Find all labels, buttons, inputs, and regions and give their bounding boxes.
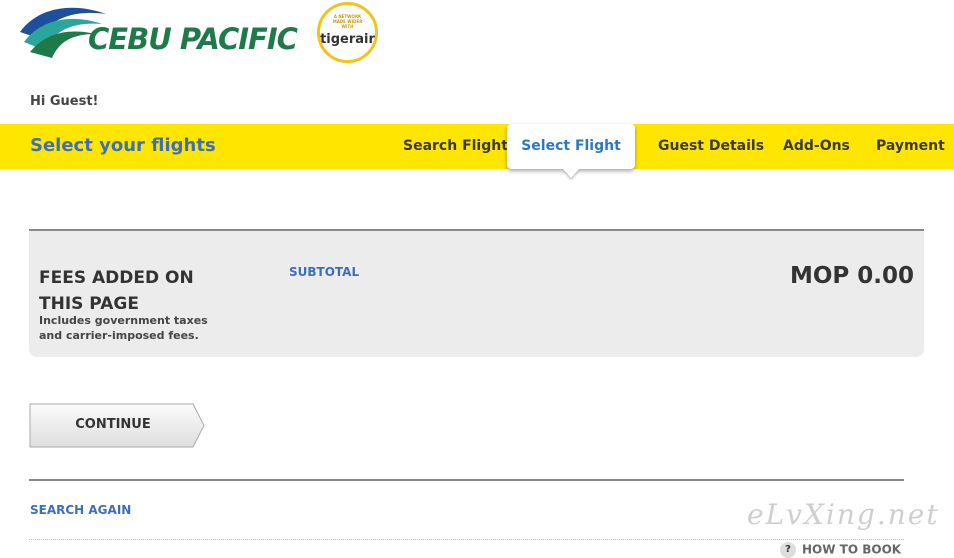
page-title: Select your flights xyxy=(30,135,216,156)
watermark: eLvXing.net xyxy=(747,498,940,531)
step-select-flight[interactable]: Select Flight xyxy=(507,124,635,169)
tigerair-name: tigerair xyxy=(320,32,375,47)
booking-steps-bar: Select your flights Search Flight Select… xyxy=(0,124,954,169)
user-greeting: Hi Guest! xyxy=(30,94,99,109)
dotted-divider xyxy=(29,539,904,540)
subtotal-label: SUBTOTAL xyxy=(289,265,360,279)
fees-note: Includes government taxes and carrier-im… xyxy=(39,314,208,342)
step-add-ons[interactable]: Add-Ons xyxy=(783,138,850,154)
step-guest-details[interactable]: Guest Details xyxy=(658,138,764,154)
brand-name: CEBU PACIFIC xyxy=(88,22,298,56)
fees-summary-panel: FEES ADDED ON THIS PAGE Includes governm… xyxy=(29,229,924,357)
fees-title: FEES ADDED ON THIS PAGE xyxy=(39,268,194,314)
tigerair-badge: A NETWORK MADE WIDER WITH tigerair xyxy=(317,2,378,63)
how-to-book-link[interactable]: ? HOW TO BOOK xyxy=(780,542,901,558)
section-divider xyxy=(29,479,904,481)
help-icon: ? xyxy=(780,542,796,558)
how-to-book-label: HOW TO BOOK xyxy=(802,542,902,557)
continue-button[interactable]: CONTINUE xyxy=(29,403,205,448)
step-search-flight[interactable]: Search Flight xyxy=(403,138,508,154)
total-amount: MOP 0.00 xyxy=(789,263,914,289)
step-payment[interactable]: Payment xyxy=(876,138,945,154)
tigerair-tagline: A NETWORK MADE WIDER WITH xyxy=(332,14,363,29)
search-again-link[interactable]: SEARCH AGAIN xyxy=(30,503,131,517)
continue-button-label: CONTINUE xyxy=(75,417,151,432)
site-logo[interactable]: CEBU PACIFIC A NETWORK MADE WIDER WITH t… xyxy=(18,2,418,64)
active-step-pointer xyxy=(563,169,579,178)
